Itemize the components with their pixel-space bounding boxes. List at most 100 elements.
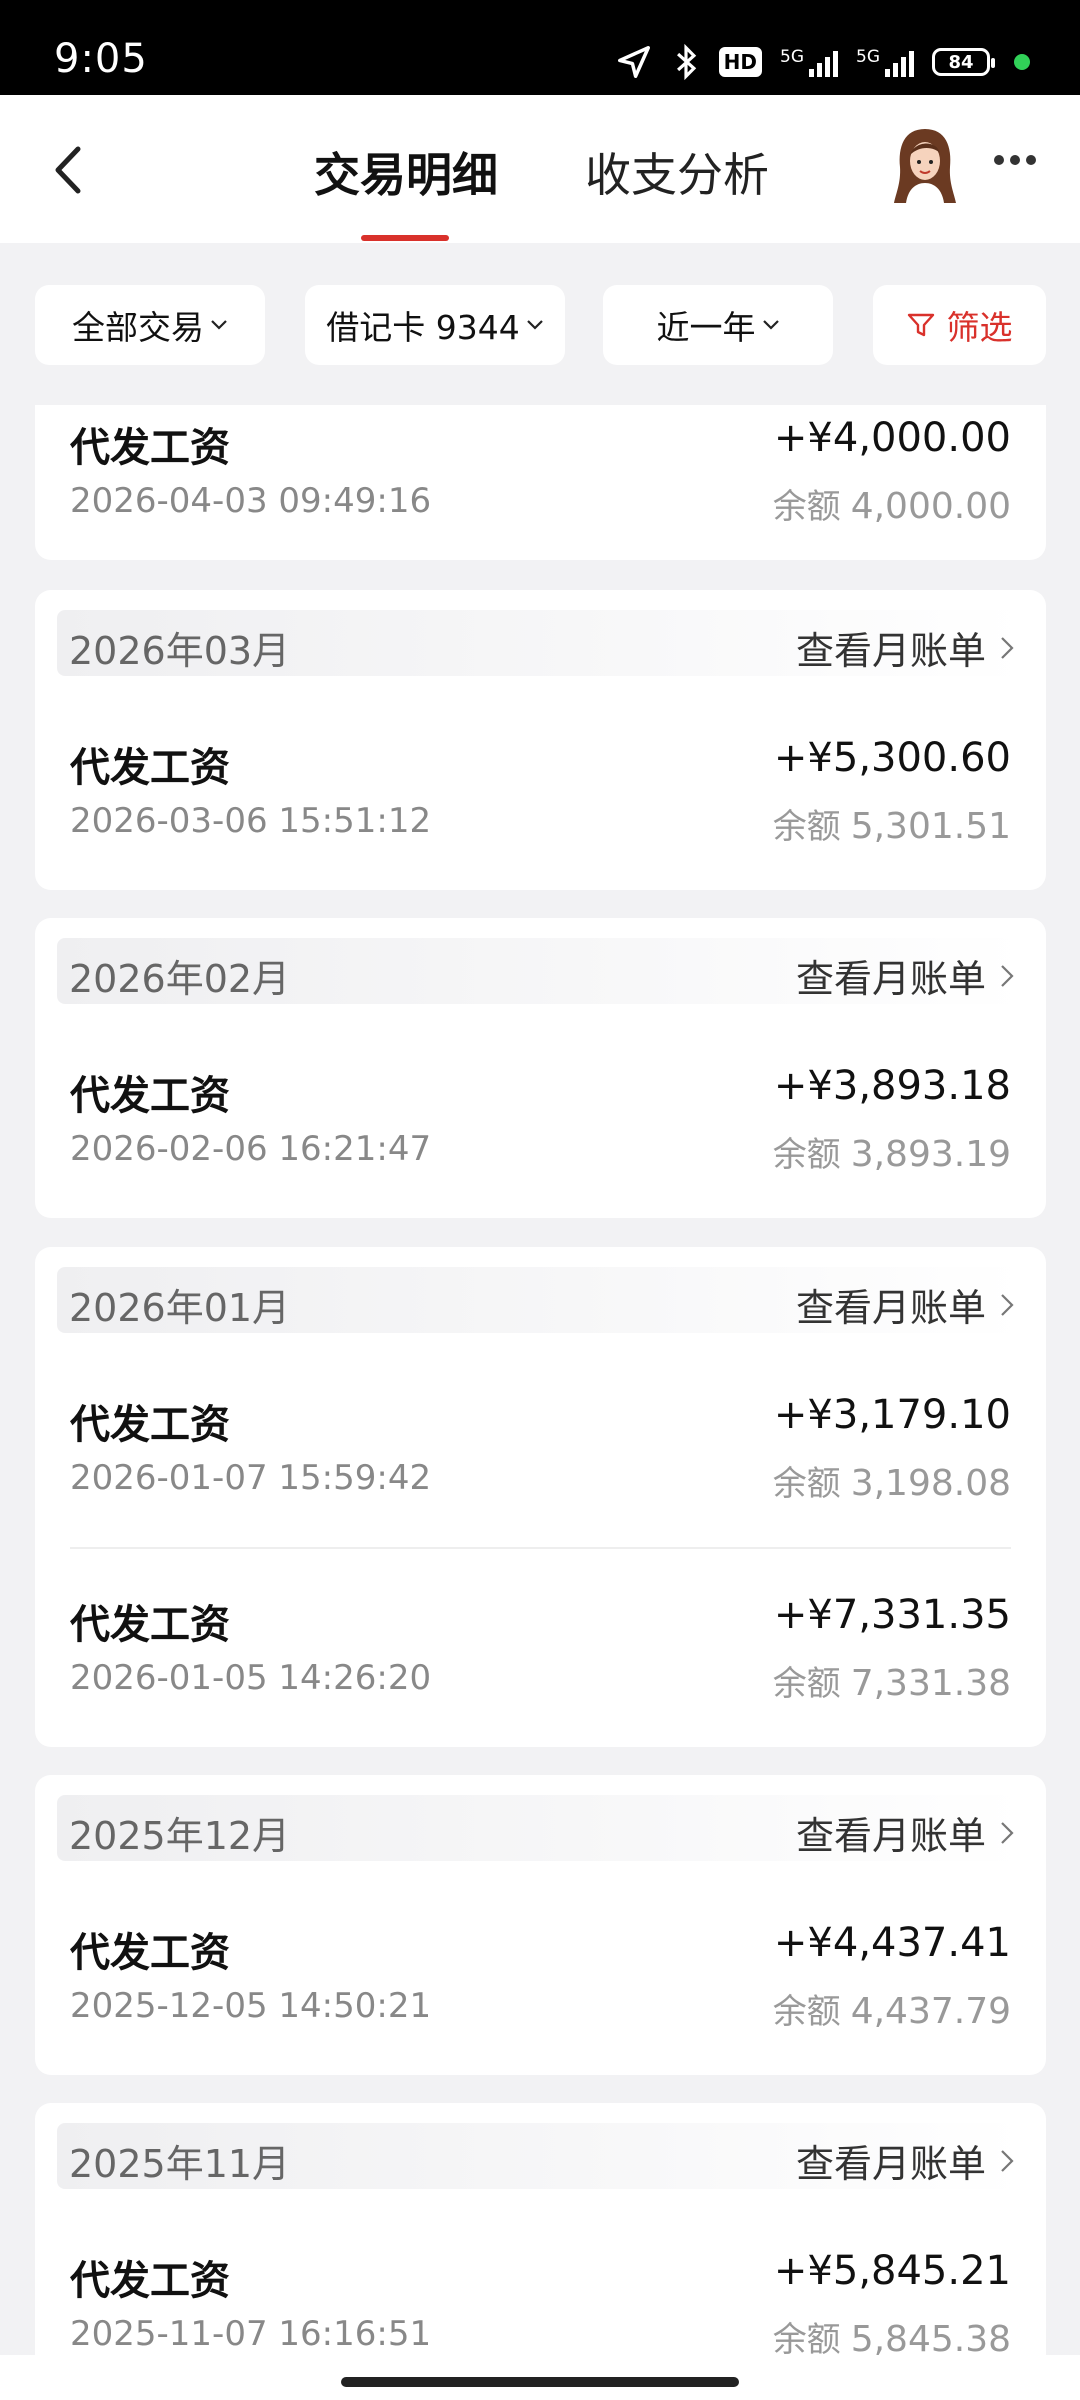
transaction-row[interactable]: 代发工资 2025-12-05 14:50:21 +¥4,437.41 余额 4,… [70,1920,1011,2070]
tab-transaction-details[interactable]: 交易明细 [314,139,498,205]
filter-transaction-type-label: 全部交易 [72,308,204,347]
battery-level: 84 [948,51,974,73]
transaction-balance: 余额 5,301.51 [773,799,1011,848]
balance-label: 余额 [772,807,841,847]
view-monthly-bill-label: 查看月账单 [795,957,986,1001]
month-card: 代发工资 2026-04-03 09:49:16 +¥4,000.00 余额 4,… [35,405,1046,560]
balance-value: 5,845.38 [850,2319,1011,2355]
transaction-row[interactable]: 代发工资 2026-02-06 16:21:47 +¥3,893.18 余额 3,… [70,1063,1011,1213]
filter-transaction-type[interactable]: 全部交易 [35,285,265,365]
filter-button-label: 筛选 [946,308,1013,347]
transaction-row[interactable]: 代发工资 2025-11-07 16:16:51 +¥5,845.21 余额 5,… [70,2248,1011,2355]
transaction-balance: 余额 3,893.19 [773,1127,1011,1176]
balance-label: 余额 [772,487,841,527]
view-monthly-bill-link[interactable]: 查看月账单 [796,620,1014,675]
tab-income-analysis[interactable]: 收支分析 [585,139,769,205]
hd-icon: HD [718,47,762,77]
balance-label: 余额 [772,1135,841,1175]
month-card: 2026年02月 查看月账单 代发工资 2026-02-06 16:21:47 … [35,918,1046,1218]
month-header: 2026年02月 查看月账单 [57,938,1024,1004]
funnel-icon [907,313,934,337]
month-title: 2026年02月 [69,957,291,1001]
transaction-balance: 余额 3,198.08 [773,1456,1011,1505]
chevron-right-icon [1001,2149,1014,2172]
transaction-list: 代发工资 2026-04-03 09:49:16 +¥4,000.00 余额 4,… [0,405,1080,2355]
filter-bar: 全部交易 借记卡 9344 近一年 筛选 [0,243,1080,405]
privacy-dot-icon [1014,54,1030,70]
nav-bar: 交易明细 收支分析 [0,95,1080,243]
back-arrow-icon[interactable] [50,143,90,197]
transaction-amount: +¥3,893.18 [773,1063,1011,1109]
view-monthly-bill-link[interactable]: 查看月账单 [796,948,1014,1003]
transaction-amount: +¥5,300.60 [773,735,1011,781]
transaction-date: 2026-03-06 15:51:12 [70,801,432,841]
view-monthly-bill-link[interactable]: 查看月账单 [796,1805,1014,1860]
transaction-balance: 余额 4,000.00 [773,479,1011,528]
transaction-amount: +¥7,331.35 [773,1592,1011,1638]
network-type-1: 5G [780,47,804,67]
filter-card[interactable]: 借记卡 9344 [305,285,565,365]
home-indicator[interactable] [341,2377,739,2387]
signal-icon: 5G [780,47,838,77]
transaction-row[interactable]: 代发工资 2026-01-07 15:59:42 +¥3,179.10 余额 3,… [70,1392,1011,1542]
transaction-balance: 余额 5,845.38 [773,2312,1011,2355]
balance-value: 7,331.38 [850,1663,1011,1704]
balance-label: 余额 [772,1992,841,2032]
filter-button[interactable]: 筛选 [873,285,1046,365]
month-title: 2026年03月 [69,629,291,673]
more-icon[interactable] [994,155,1036,165]
month-header: 2025年12月 查看月账单 [57,1795,1024,1861]
filter-period[interactable]: 近一年 [603,285,833,365]
month-card: 2026年01月 查看月账单 代发工资 2026-01-07 15:59:42 … [35,1247,1046,1747]
transaction-balance: 余额 7,331.38 [773,1656,1011,1705]
chevron-right-icon [1001,964,1014,987]
transaction-row[interactable]: 代发工资 2026-03-06 15:51:12 +¥5,300.60 余额 5,… [70,735,1011,885]
transaction-date: 2026-01-07 15:59:42 [70,1458,432,1498]
balance-label: 余额 [772,1464,841,1504]
transaction-name: 代发工资 [70,1602,230,1648]
balance-value: 5,301.51 [850,806,1011,847]
transaction-amount: +¥4,000.00 [773,415,1011,461]
avatar[interactable] [890,125,960,205]
network-type-2: 5G [856,47,880,67]
month-title: 2025年12月 [69,1814,291,1858]
tab-active-indicator [361,235,449,241]
month-header: 2026年01月 查看月账单 [57,1267,1024,1333]
transaction-row[interactable]: 代发工资 2026-04-03 09:49:16 +¥4,000.00 余额 4,… [70,415,1011,565]
status-bar: 9:05 HD 5G 5G 84 [0,0,1080,95]
battery-icon: 84 [932,48,995,76]
row-divider [70,1547,1011,1549]
transaction-date: 2026-04-03 09:49:16 [70,481,432,521]
view-monthly-bill-link[interactable]: 查看月账单 [796,2133,1014,2188]
signal-icon-2: 5G [856,47,914,77]
chevron-down-icon [526,320,543,330]
balance-value: 3,893.19 [850,1134,1011,1175]
view-monthly-bill-link[interactable]: 查看月账单 [796,1277,1014,1332]
transaction-name: 代发工资 [70,745,230,791]
filter-period-label: 近一年 [656,308,756,347]
chevron-down-icon [762,320,779,330]
transaction-amount: +¥3,179.10 [773,1392,1011,1438]
transaction-name: 代发工资 [70,425,230,471]
transaction-name: 代发工资 [70,2258,230,2304]
month-card: 2025年11月 查看月账单 代发工资 2025-11-07 16:16:51 … [35,2103,1046,2355]
view-monthly-bill-label: 查看月账单 [795,2142,986,2186]
transaction-amount: +¥4,437.41 [773,1920,1011,1966]
month-header: 2026年03月 查看月账单 [57,610,1024,676]
filter-card-label: 借记卡 9344 [326,308,520,347]
month-card: 2025年12月 查看月账单 代发工资 2025-12-05 14:50:21 … [35,1775,1046,2075]
transaction-name: 代发工资 [70,1073,230,1119]
transaction-name: 代发工资 [70,1402,230,1448]
month-card: 2026年03月 查看月账单 代发工资 2026-03-06 15:51:12 … [35,590,1046,890]
chevron-right-icon [1001,1821,1014,1844]
location-icon [617,46,650,78]
chevron-down-icon [211,320,227,330]
status-icons: HD 5G 5G 84 [615,40,1030,84]
transaction-date: 2026-02-06 16:21:47 [70,1129,432,1169]
balance-label: 余额 [772,1664,841,1704]
gesture-area [0,2355,1080,2400]
transaction-date: 2026-01-05 14:26:20 [70,1658,432,1698]
month-title: 2025年11月 [69,2142,291,2186]
transaction-amount: +¥5,845.21 [773,2248,1011,2294]
transaction-row[interactable]: 代发工资 2026-01-05 14:26:20 +¥7,331.35 余额 7,… [70,1592,1011,1742]
